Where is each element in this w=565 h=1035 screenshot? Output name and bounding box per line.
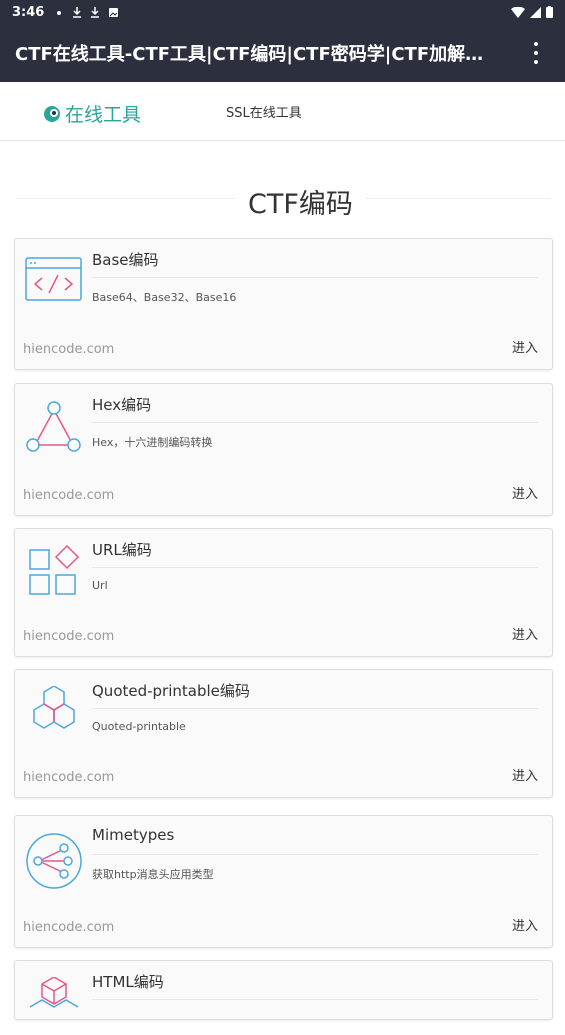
logo-icon (44, 105, 60, 122)
battery-icon (546, 6, 553, 18)
page-title: CTF在线工具-CTF工具|CTF编码|CTF密码学|CTF加解密|... (15, 44, 495, 65)
card-description: Base64、Base32、Base16 (92, 291, 237, 304)
section-header: CTF编码 (0, 180, 565, 221)
status-time: 3:46 (12, 4, 45, 20)
enter-button[interactable]: 进入 (512, 765, 538, 784)
logo-text: 在线工具 (65, 104, 142, 126)
card-description: Quoted-printable (92, 720, 186, 733)
site-logo[interactable]: 在线工具 (43, 100, 141, 127)
section-title: CTF编码 (236, 182, 365, 221)
card-title: HTML编码 (92, 973, 164, 991)
site-nav: 在线工具 SSL在线工具 (0, 82, 565, 141)
download-icon (73, 7, 82, 18)
card-title: Mimetypes (92, 826, 175, 844)
card-domain: hiencode.com (23, 629, 115, 644)
blocks-icon (29, 545, 80, 595)
card-description: Url (92, 579, 108, 592)
card-description: 获取http消息头应用类型 (92, 868, 214, 881)
card-domain: hiencode.com (23, 342, 115, 357)
card-domain: hiencode.com (23, 770, 115, 785)
nav-link-ssl-tools[interactable]: SSL在线工具 (226, 102, 302, 121)
wifi-icon (511, 6, 525, 18)
app-bar: CTF在线工具-CTF工具|CTF编码|CTF密码学|CTF加解密|... (0, 24, 565, 82)
enter-button[interactable]: 进入 (512, 624, 538, 643)
tool-card-quoted-printable[interactable]: Quoted-printable编码 Quoted-printable hien… (14, 669, 553, 798)
card-divider (92, 567, 538, 568)
status-bar: 3:46 (0, 0, 565, 24)
notification-icons (54, 6, 119, 18)
card-description: Hex，十六进制编码转换 (92, 436, 213, 449)
card-title: URL编码 (92, 541, 152, 559)
tool-card-mimetypes[interactable]: Mimetypes 获取http消息头应用类型 hiencode.com 进入 (14, 815, 553, 948)
card-divider (92, 422, 538, 423)
tool-card-url[interactable]: URL编码 Url hiencode.com 进入 (14, 528, 553, 657)
code-window-icon (25, 257, 82, 301)
tool-card-base[interactable]: Base编码 Base64、Base32、Base16 hiencode.com… (14, 238, 553, 370)
enter-button[interactable]: 进入 (512, 483, 538, 502)
tool-card-html[interactable]: HTML编码 (14, 960, 553, 1020)
signal-icon (530, 6, 541, 18)
download-icon (91, 7, 100, 18)
cube-icon (29, 977, 79, 1008)
card-title: Hex编码 (92, 396, 152, 414)
card-divider (92, 708, 538, 709)
enter-button[interactable]: 进入 (512, 337, 538, 356)
card-divider (92, 277, 538, 278)
card-domain: hiencode.com (23, 488, 115, 503)
notification-dot-icon (57, 11, 62, 15)
enter-button[interactable]: 进入 (512, 915, 538, 934)
card-title: Quoted-printable编码 (92, 682, 250, 700)
overflow-menu-icon[interactable] (527, 42, 545, 64)
tool-card-hex[interactable]: Hex编码 Hex，十六进制编码转换 hiencode.com 进入 (14, 383, 553, 516)
card-domain: hiencode.com (23, 920, 115, 935)
card-title: Base编码 (92, 251, 159, 269)
image-icon (109, 7, 119, 17)
card-divider (92, 854, 538, 855)
card-divider (92, 999, 538, 1000)
triangle-nodes-icon (26, 401, 81, 452)
hexagons-icon (33, 686, 75, 729)
share-nodes-icon (26, 833, 82, 889)
